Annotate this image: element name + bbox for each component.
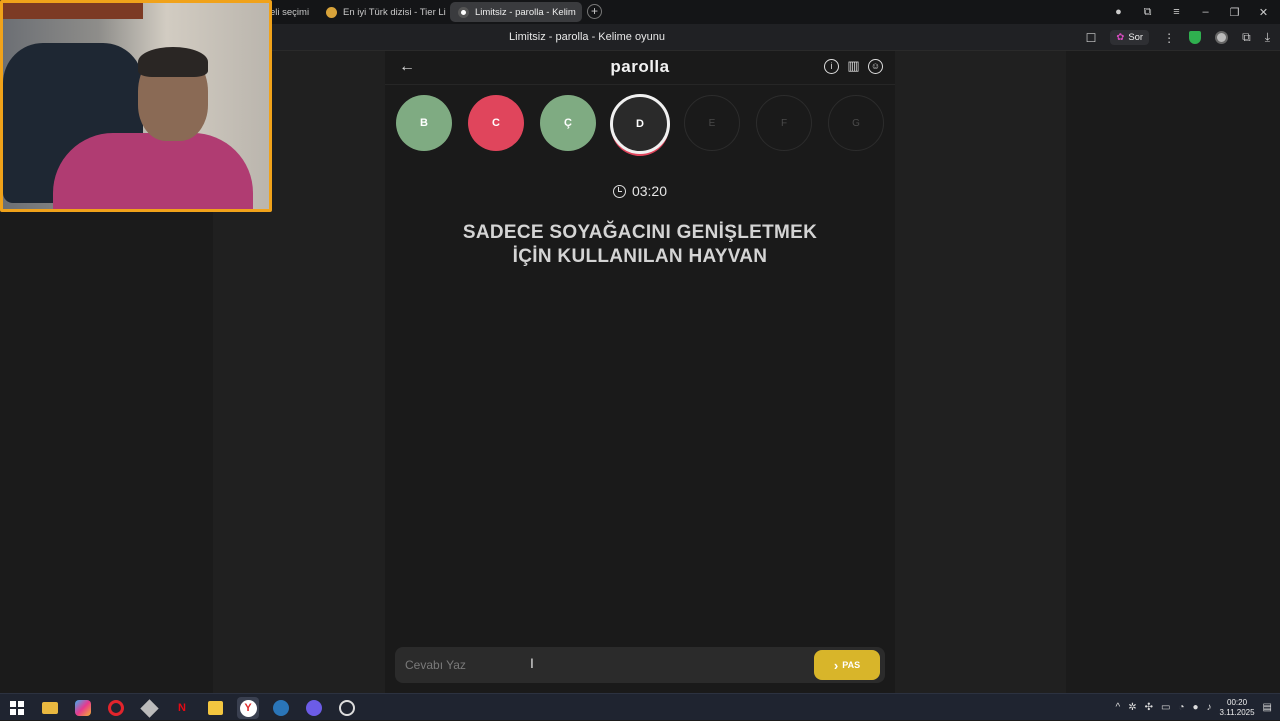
timer-value: 03:20 [631,183,668,199]
extensions-icon[interactable]: ⧉ [1242,30,1251,45]
chevron-up-icon[interactable]: ^ [1116,702,1121,713]
address-bar-icons: ☐ ✿ Sor ⋮ ⧉ ⤓ [1086,24,1280,51]
webcam-overlay [0,0,272,212]
tray-display-icon[interactable]: ▭ [1161,702,1170,713]
right-gutter [895,51,1066,693]
menu-icon[interactable]: ≡ [1162,6,1191,18]
timer-app-icon[interactable] [336,697,358,719]
info-icon[interactable]: i [824,59,839,74]
webcam-person-hair [138,47,208,77]
app-cube-icon[interactable] [138,697,160,719]
letter-circle-correct: B [396,95,452,151]
answer-input[interactable] [405,655,785,675]
window-controls: ● ⧉ ≡ – ❐ ✕ [1104,0,1278,24]
webcam-shelf [3,3,143,19]
chat-app-icon[interactable] [303,697,325,719]
steam-icon[interactable] [270,697,292,719]
notification-icon[interactable]: ▤ [1263,702,1272,713]
clock-icon [612,185,626,198]
file-explorer-icon[interactable] [39,697,61,719]
tab-tier-list[interactable]: En iyi Türk dizisi - Tier List [318,2,446,22]
question-text: SADECE SOYAĞACINI GENİŞLETMEK İÇİN KULLA… [425,221,855,269]
parolla-favicon-icon [458,6,469,18]
bookmark-icon[interactable]: ☐ [1086,31,1097,45]
letter-wheel: B C Ç D E F G [396,94,886,155]
windows-taskbar: N Y ^ ✲ ✣ ▭ ◔ ● ♪ 00:20 3.11.2025 ▤ [0,693,1280,720]
text-cursor-icon: I [530,655,534,671]
tab-label: eli seçimi [270,6,310,18]
parolla-app: ← parolla i ▥ ☺ B C Ç D E F G 03:20 SADE… [385,51,895,693]
tab-label: En iyi Türk dizisi - Tier List [343,6,446,18]
tier-list-favicon-icon [326,6,337,18]
yandex-browser-icon[interactable]: Y [237,697,259,719]
tab-label: Limitsiz - parolla - Kelim [475,6,576,18]
new-tab-button[interactable]: + [587,4,602,19]
wifi-icon[interactable]: ◔ [1178,702,1184,713]
close-window-button[interactable]: ✕ [1249,6,1278,19]
microphone-icon[interactable]: ● [1193,702,1199,713]
app-header: ← parolla i ▥ ☺ [385,51,895,85]
sparkle-icon: ✿ [1116,32,1125,43]
netflix-icon[interactable]: N [171,697,193,719]
taskbar-clock[interactable]: 00:20 3.11.2025 [1220,698,1255,718]
opera-icon[interactable] [105,697,127,719]
header-icons: i ▥ ☺ [824,59,883,74]
maximize-button[interactable]: ❐ [1220,6,1249,19]
windows-start-icon[interactable] [6,697,28,719]
minimize-button[interactable]: – [1191,6,1220,18]
more-icon[interactable]: ⋮ [1163,31,1175,45]
tab-parolla[interactable]: Limitsiz - parolla - Kelim × [450,2,582,22]
question-line-2: İÇİN KULLANILAN HAYVAN [512,246,768,267]
tabs-icon[interactable]: ⧉ [1133,6,1162,19]
letter-circle-upcoming: E [684,95,740,151]
account-icon[interactable]: ● [1104,6,1133,18]
download-icon[interactable]: ⤓ [1265,30,1270,45]
clock-time: 00:20 [1227,697,1248,707]
vpn-icon[interactable] [1215,31,1229,44]
profile-icon[interactable]: ☺ [868,59,883,74]
sor-button[interactable]: ✿ Sor [1110,30,1150,45]
app-logo[interactable]: parolla [385,57,895,77]
letter-circle-correct: Ç [540,95,596,151]
copilot-icon[interactable] [72,697,94,719]
adblock-shield-icon[interactable] [1189,31,1202,44]
stats-icon[interactable]: ▥ [846,59,861,74]
sor-label: Sor [1128,32,1144,43]
webcam-person-body [53,133,253,209]
taskbar-apps: N Y [6,697,358,719]
letter-circle-upcoming: G [828,95,884,151]
tray-gear-icon[interactable]: ✲ [1128,702,1136,713]
letter-circle-upcoming: F [756,95,812,151]
letter-circle-current: D [610,94,670,154]
pass-label: PAS [842,660,861,670]
system-tray: ^ ✲ ✣ ▭ ◔ ● ♪ 00:20 3.11.2025 ▤ [1116,694,1280,721]
tray-network-app-icon[interactable]: ✣ [1145,702,1153,713]
timer: 03:20 [385,183,895,199]
answer-bar: I › PAS [395,647,885,683]
pass-button[interactable]: › PAS [814,650,880,680]
clock-date: 3.11.2025 [1219,707,1255,717]
question-line-1: SADECE SOYAĞACINI GENİŞLETMEK [462,222,818,243]
store-icon[interactable] [204,697,226,719]
chevron-right-icon: › [833,657,839,673]
letter-circle-wrong: C [468,95,524,151]
volume-icon[interactable]: ♪ [1207,702,1212,713]
